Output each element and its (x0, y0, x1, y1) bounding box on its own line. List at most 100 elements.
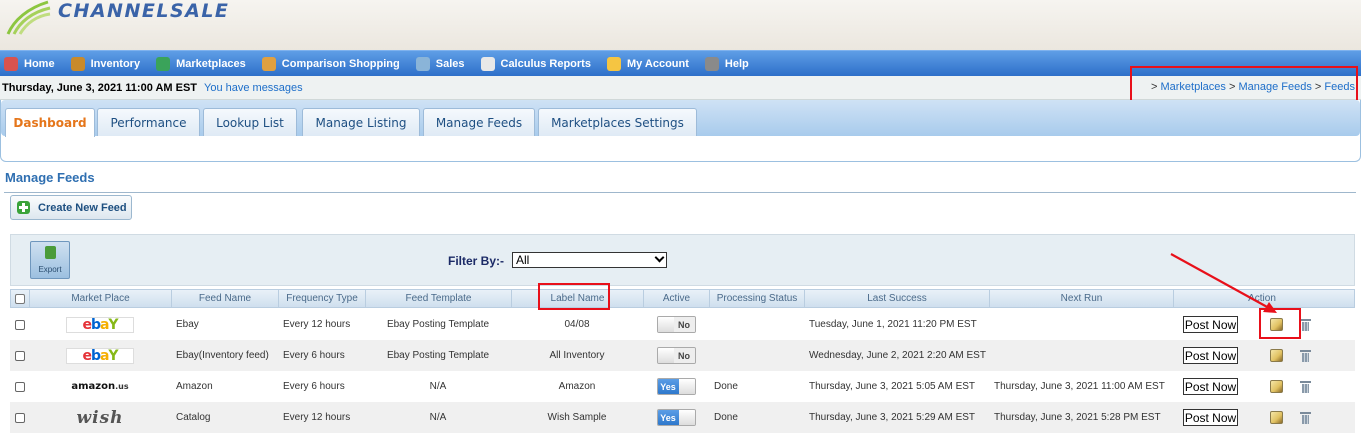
nav-item-my-account[interactable]: My Account (606, 56, 689, 71)
nav-item-label: Help (724, 57, 749, 70)
page-title: Manage Feeds (5, 170, 95, 185)
edit-icon[interactable] (1270, 411, 1283, 424)
frequency-type: Every 6 hours (283, 350, 345, 361)
tab-dashboard[interactable]: Dashboard (5, 108, 95, 137)
feed-template: Ebay Posting Template (386, 350, 490, 361)
nav-item-calculus-reports[interactable]: Calculus Reports (480, 56, 591, 71)
active-cell: Yes (643, 402, 709, 433)
feed-name: Amazon (176, 381, 213, 392)
create-new-feed-button[interactable]: Create New Feed (10, 195, 132, 220)
sales-icon (415, 56, 430, 71)
export-button[interactable]: Export (30, 241, 70, 279)
tab-lookup-list[interactable]: Lookup List (203, 108, 297, 136)
breadcrumb-manage-feeds[interactable]: Manage Feeds (1238, 81, 1311, 93)
nav-item-marketplaces[interactable]: Marketplaces (156, 56, 246, 71)
trash-icon[interactable] (1300, 349, 1311, 362)
edit-icon[interactable] (1270, 380, 1283, 393)
tab-manage-feeds[interactable]: Manage Feeds (423, 108, 535, 136)
trash-icon[interactable] (1300, 411, 1311, 424)
create-new-feed-label: Create New Feed (38, 201, 127, 214)
header-next-run[interactable]: Next Run (990, 290, 1174, 307)
frequency-type: Every 12 hours (283, 319, 351, 330)
post-now-button[interactable]: Post Now (1183, 409, 1238, 426)
nav-item-inventory[interactable]: Inventory (70, 56, 141, 71)
header-frequency-type[interactable]: Frequency Type (279, 290, 366, 307)
nav-item-home[interactable]: Home (4, 56, 55, 71)
processing-status (709, 309, 804, 340)
select-all-checkbox[interactable] (15, 293, 25, 304)
header-active[interactable]: Active (644, 290, 710, 307)
table-row: e b a Y Ebay(Inventory feed) Every 6 hours Eba… (10, 340, 1355, 371)
trash-icon[interactable] (1300, 318, 1311, 331)
row-checkbox[interactable] (14, 350, 25, 361)
trash-icon[interactable] (1300, 380, 1311, 393)
active-toggle[interactable]: No (656, 347, 696, 364)
toggle-knob (657, 348, 674, 363)
label-name: Amazon (558, 381, 596, 392)
row-checkbox[interactable] (14, 319, 25, 330)
nav-item-label: Inventory (90, 57, 141, 70)
header-feed-name[interactable]: Feed Name (172, 290, 279, 307)
header-last-success[interactable]: Last Success (805, 290, 990, 307)
nav-item-comparison-shopping[interactable]: Comparison Shopping (261, 56, 400, 71)
marketplace-cell: ebaY (29, 309, 171, 340)
header-market-place[interactable]: Market Place (30, 290, 172, 307)
active-toggle[interactable]: No (656, 316, 696, 333)
feeds-table-header: Market Place Feed Name Frequency Type Fe… (10, 289, 1355, 308)
breadcrumb: > Marketplaces > Manage Feeds > Feeds (1150, 81, 1355, 93)
channelsale-logo-icon (6, 0, 51, 35)
frequency-type: Every 12 hours (283, 412, 351, 423)
app-logo-text: CHANNELSALE (58, 0, 230, 22)
action-cell: Post Now (1173, 371, 1349, 402)
action-cell: Post Now (1173, 402, 1349, 433)
row-select-cell (10, 371, 29, 402)
ebay-logo-icon: ebaY (66, 347, 134, 364)
messages-link[interactable]: You have messages (204, 82, 303, 94)
feed-template: N/A (429, 381, 447, 392)
row-checkbox[interactable] (14, 412, 25, 423)
toggle-label: No (673, 317, 695, 332)
next-run (989, 309, 1173, 340)
row-select-cell (10, 340, 29, 371)
label-name: Wish Sample (547, 412, 607, 423)
breadcrumb-feeds[interactable]: Feeds (1324, 81, 1355, 93)
ebay-logo-icon: ebaY (66, 316, 134, 333)
select-all-cell (11, 290, 30, 307)
tab-marketplaces-settings[interactable]: Marketplaces Settings (538, 108, 697, 136)
post-now-button[interactable]: Post Now (1183, 378, 1238, 395)
app-header: CHANNELSALE (0, 0, 1361, 50)
post-now-button[interactable]: Post Now (1183, 347, 1238, 364)
tab-strip: Dashboard Performance Lookup List Manage… (1, 100, 1360, 137)
processing-status (709, 340, 804, 371)
last-success: Wednesday, June 2, 2021 2:20 AM EST (809, 350, 986, 361)
section-divider (4, 192, 1356, 193)
active-toggle[interactable]: Yes (656, 378, 696, 395)
active-cell: Yes (643, 371, 709, 402)
header-processing-status[interactable]: Processing Status (710, 290, 805, 307)
tab-panel: Dashboard Performance Lookup List Manage… (0, 100, 1361, 162)
tab-manage-listing[interactable]: Manage Listing (302, 108, 420, 136)
edit-icon[interactable] (1270, 349, 1283, 362)
filter-select[interactable]: All (512, 252, 667, 268)
header-feed-template[interactable]: Feed Template (366, 290, 512, 307)
nav-item-help[interactable]: Help (704, 56, 749, 71)
toggle-knob (678, 379, 695, 394)
header-label-name[interactable]: Label Name (512, 290, 644, 307)
toggle-knob (678, 410, 695, 425)
next-run (989, 340, 1173, 371)
wish-logo-icon: wish (76, 407, 124, 428)
tab-performance[interactable]: Performance (97, 108, 200, 136)
account-icon (606, 56, 621, 71)
breadcrumb-marketplaces[interactable]: Marketplaces (1160, 81, 1225, 93)
chart-icon (480, 56, 495, 71)
label-name: All Inventory (549, 350, 605, 361)
active-toggle[interactable]: Yes (656, 409, 696, 426)
home-icon (4, 56, 18, 71)
toggle-label: Yes (657, 379, 679, 394)
marketplace-cell: amazon .us (29, 371, 171, 402)
row-select-cell (10, 402, 29, 433)
nav-item-label: Sales (435, 57, 465, 70)
toggle-label: No (673, 348, 695, 363)
nav-item-sales[interactable]: Sales (415, 56, 465, 71)
row-checkbox[interactable] (14, 381, 25, 392)
